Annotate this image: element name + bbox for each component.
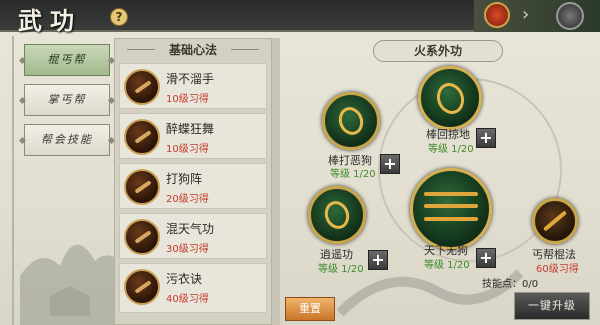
skill-requirement: 20级习得 [166,194,209,205]
skill-level: 等级 1/20 [424,260,470,271]
staves-icon [424,192,478,197]
tab-column: 棍丐帮 掌丐帮 帮会技能 [20,36,132,325]
skill-name: 混天气功 [166,222,215,236]
skill-name: 滑不溜手 [166,72,215,86]
skill-name: 污衣诀 [166,272,203,286]
help-icon[interactable]: ? [110,8,128,26]
skill-tianxia[interactable] [410,168,492,250]
add-xiaoyao-button[interactable]: + [368,250,388,270]
skill-requirement: 30级习得 [166,244,209,255]
basic-skill-panel: 基础心法 滑不溜手 10级习得 醉蝶狂舞 10级习得 打狗阵 20级习得 混天气… [114,38,272,325]
skill-requirement: 10级习得 [166,94,209,105]
skill-tree-title: 火系外功 [373,40,503,62]
butterfly-icon [124,119,160,155]
add-bangda-button[interactable]: + [380,154,400,174]
skill-huiliang[interactable] [418,66,482,130]
skill-requirement: 40级习得 [166,294,209,305]
divider [12,36,14,325]
list-item[interactable]: 污衣诀 40级习得 [119,263,267,313]
staff-spin-icon [430,78,470,118]
tab-gun-gaibang[interactable]: 棍丐帮 [24,44,110,76]
list-item[interactable]: 醉蝶狂舞 10级习得 [119,113,267,159]
skill-bangda[interactable] [322,92,380,150]
skill-tree-panel: 火系外功 棒回掠地 等级 1/20 + 棒打恶狗 等级 1/20 + 天下无狗 … [280,38,600,325]
basic-skill-title: 基础心法 [115,39,271,61]
tab-guild-skills[interactable]: 帮会技能 [24,124,110,156]
chevron-right-icon[interactable]: › [522,4,529,25]
skill-name: 醉蝶狂舞 [166,122,215,136]
list-item[interactable]: 混天气功 30级习得 [119,213,267,259]
skill-level: 等级 1/20 [428,144,474,155]
skill-gaibang[interactable] [532,198,578,244]
skill-requirement: 10级习得 [166,144,209,155]
add-tianxia-button[interactable]: + [476,248,496,268]
red-orb-icon[interactable] [484,2,510,28]
staff-icon [124,169,160,205]
reset-button[interactable]: 重置 [285,297,335,321]
robe-icon [124,269,160,305]
dragon-icon [333,103,369,139]
page-title: 武功 [18,6,82,35]
skill-requirement: 60级习得 [536,264,579,275]
skill-icon [124,69,160,105]
skill-name: 打狗阵 [166,172,203,186]
add-huiliang-button[interactable]: + [476,128,496,148]
scrollbar[interactable] [272,38,280,325]
skill-xiaoyao[interactable] [308,186,366,244]
wind-icon [319,197,355,233]
top-bar: 武功 ? › [0,0,600,35]
swirl-icon [124,219,160,255]
tab-zhang-gaibang[interactable]: 掌丐帮 [24,84,110,116]
skill-level: 等级 1/20 [330,169,376,180]
upgrade-all-button[interactable]: 一键升级 [514,292,590,320]
avatar[interactable] [556,2,584,30]
skill-points: 技能点：0/0 [482,279,539,290]
list-item[interactable]: 滑不溜手 10级习得 [119,63,267,109]
list-item[interactable]: 打狗阵 20级习得 [119,163,267,209]
skill-level: 等级 1/20 [318,264,364,275]
staff-icon [542,210,568,232]
